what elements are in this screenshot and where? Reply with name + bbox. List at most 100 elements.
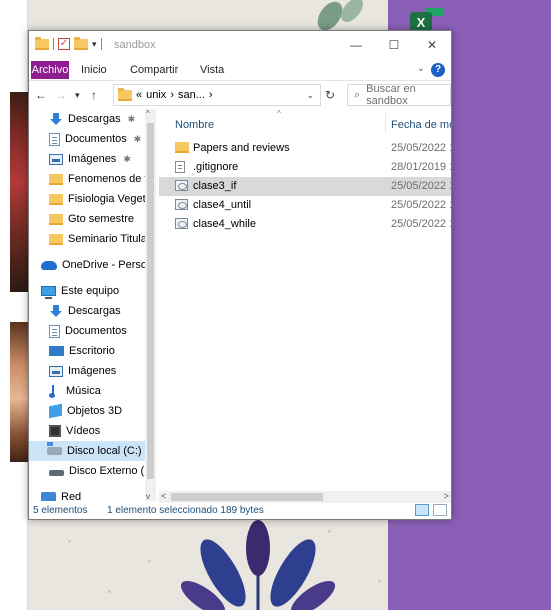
- nav-item-este-equipo[interactable]: Este equipo: [41, 281, 119, 301]
- scrollbar-thumb[interactable]: [147, 123, 154, 479]
- nav-item-pc-imagenes[interactable]: Imágenes: [49, 361, 116, 381]
- nav-item-red[interactable]: Red: [41, 487, 81, 501]
- nav-item-label: OneDrive - Persor: [62, 259, 151, 271]
- breadcrumb-overflow[interactable]: «: [136, 89, 142, 101]
- file-row[interactable]: clase4_while 25/05/2022 18:: [159, 215, 451, 234]
- search-placeholder: Buscar en sandbox: [366, 83, 416, 107]
- breadcrumb-segment[interactable]: san...: [178, 89, 205, 101]
- file-row[interactable]: .gitignore 28/01/2019 10:: [159, 158, 451, 177]
- scrollbar-thumb[interactable]: [171, 493, 323, 501]
- nav-item-descargas[interactable]: Descargas ✱: [49, 109, 135, 129]
- column-header-name[interactable]: Nombre: [175, 119, 214, 131]
- help-icon[interactable]: ?: [431, 63, 445, 77]
- item-count: 5 elementos: [33, 505, 88, 516]
- large-icons-view-icon[interactable]: [433, 504, 447, 516]
- folder-icon: [49, 173, 63, 185]
- nav-item-label: Objetos 3D: [67, 405, 123, 417]
- tab-archivo[interactable]: Archivo: [31, 61, 69, 79]
- nav-item-fisiologia[interactable]: Fisiologia Vegeta: [49, 189, 152, 209]
- nav-item-label: Documentos: [65, 133, 127, 145]
- breadcrumb-segment[interactable]: unix: [146, 89, 166, 101]
- scroll-right-icon[interactable]: >: [444, 491, 449, 501]
- expand-ribbon-chevron-icon[interactable]: ⌄: [417, 63, 425, 74]
- video-icon: [49, 425, 61, 437]
- folder-icon: [118, 87, 132, 101]
- back-arrow-icon[interactable]: ←: [35, 88, 47, 102]
- sort-caret-icon: ^: [277, 109, 281, 118]
- up-arrow-icon[interactable]: ↑: [91, 88, 97, 102]
- file-date: 25/05/2022 18:: [391, 180, 451, 192]
- folder-icon: [175, 142, 189, 153]
- nav-item-seminario[interactable]: Seminario Titula: [49, 229, 147, 249]
- horizontal-scrollbar[interactable]: < >: [159, 491, 451, 503]
- nav-item-imagenes[interactable]: Imágenes ✱: [49, 149, 131, 169]
- nav-item-disco-local[interactable]: Disco local (C:): [29, 441, 145, 461]
- navigation-scrollbar[interactable]: ^ v: [145, 109, 156, 501]
- script-file-icon: [175, 180, 188, 191]
- nav-item-musica[interactable]: Música: [49, 381, 101, 401]
- tab-vista[interactable]: Vista: [200, 61, 224, 79]
- address-history-chevron-icon[interactable]: ⌄: [306, 90, 314, 101]
- scroll-left-icon[interactable]: <: [161, 491, 166, 501]
- recent-locations-chevron-icon[interactable]: ▾: [75, 90, 80, 101]
- file-date: 25/05/2022 17:: [391, 142, 451, 154]
- nav-item-gto-semestre[interactable]: Gto semestre: [49, 209, 134, 229]
- column-divider[interactable]: [385, 113, 386, 133]
- file-list: ^ Nombre Fecha de mod Papers and reviews…: [159, 109, 451, 489]
- file-date: 28/01/2019 10:: [391, 161, 451, 173]
- window-title: sandbox: [114, 39, 156, 51]
- address-bar[interactable]: « unix › san... › ⌄: [113, 84, 321, 106]
- forward-arrow-icon[interactable]: →: [55, 88, 67, 102]
- nav-item-onedrive[interactable]: OneDrive - Persor: [41, 255, 151, 275]
- nav-item-label: Descargas: [68, 113, 121, 125]
- nav-item-disco-externo[interactable]: Disco Externo (E: [49, 461, 152, 481]
- details-view-icon[interactable]: [415, 504, 429, 516]
- objects-3d-icon: [49, 403, 62, 419]
- file-name: clase4_until: [193, 199, 252, 211]
- close-button[interactable]: ✕: [413, 31, 451, 59]
- tab-compartir[interactable]: Compartir: [130, 61, 178, 79]
- minimize-button[interactable]: —: [337, 31, 375, 59]
- nav-item-pc-descargas[interactable]: Descargas: [49, 301, 121, 321]
- properties-check-icon[interactable]: ✓: [58, 38, 70, 50]
- search-icon: ⌕: [354, 88, 361, 101]
- download-arrow-icon: [49, 305, 63, 317]
- file-date: 25/05/2022 18:: [391, 199, 451, 211]
- nav-item-label: Seminario Titula: [68, 233, 147, 245]
- nav-item-fenomenos[interactable]: Fenomenos de t: [49, 169, 148, 189]
- title-bar: ✓ ▾ sandbox — ☐ ✕: [29, 31, 451, 59]
- file-row[interactable]: Papers and reviews 25/05/2022 17:: [159, 139, 451, 158]
- breadcrumb-separator-icon[interactable]: ›: [170, 89, 174, 101]
- tab-inicio[interactable]: Inicio: [81, 61, 107, 79]
- column-header-date[interactable]: Fecha de mod: [391, 119, 451, 131]
- file-row-selected[interactable]: clase3_if 25/05/2022 18:: [159, 177, 451, 196]
- scroll-up-icon[interactable]: ^: [146, 109, 150, 118]
- nav-item-objetos-3d[interactable]: Objetos 3D: [49, 401, 122, 421]
- file-name: Papers and reviews: [193, 142, 290, 154]
- pin-icon: ✱: [133, 133, 142, 144]
- new-folder-icon[interactable]: [74, 36, 88, 50]
- nav-item-label: Descargas: [68, 305, 121, 317]
- nav-item-documentos[interactable]: Documentos ✱: [49, 129, 141, 149]
- search-box[interactable]: ⌕ Buscar en sandbox: [347, 83, 451, 107]
- nav-item-label: Red: [61, 491, 82, 501]
- pictures-icon: [49, 365, 63, 377]
- file-name: clase3_if: [193, 180, 237, 192]
- file-name: .gitignore: [193, 161, 239, 173]
- document-icon: [49, 132, 60, 146]
- maximize-button[interactable]: ☐: [375, 31, 413, 59]
- file-row[interactable]: clase4_until 25/05/2022 18:: [159, 196, 451, 215]
- toolbar-separator: [53, 38, 54, 50]
- external-disk-icon: [49, 470, 64, 476]
- status-bar: 5 elementos 1 elemento seleccionado 189 …: [29, 503, 451, 519]
- refresh-icon[interactable]: ↻: [325, 88, 335, 102]
- nav-item-label: Fisiologia Vegeta: [68, 193, 152, 205]
- customize-toolbar-chevron-icon[interactable]: ▾: [92, 39, 97, 50]
- nav-item-label: Gto semestre: [68, 213, 135, 225]
- nav-item-pc-documentos[interactable]: Documentos: [49, 321, 127, 341]
- nav-item-escritorio[interactable]: Escritorio: [49, 341, 115, 361]
- scroll-down-icon[interactable]: v: [146, 492, 150, 501]
- nav-item-videos[interactable]: Vídeos: [49, 421, 100, 441]
- breadcrumb-separator-icon[interactable]: ›: [209, 89, 213, 101]
- local-disk-icon: [47, 442, 62, 455]
